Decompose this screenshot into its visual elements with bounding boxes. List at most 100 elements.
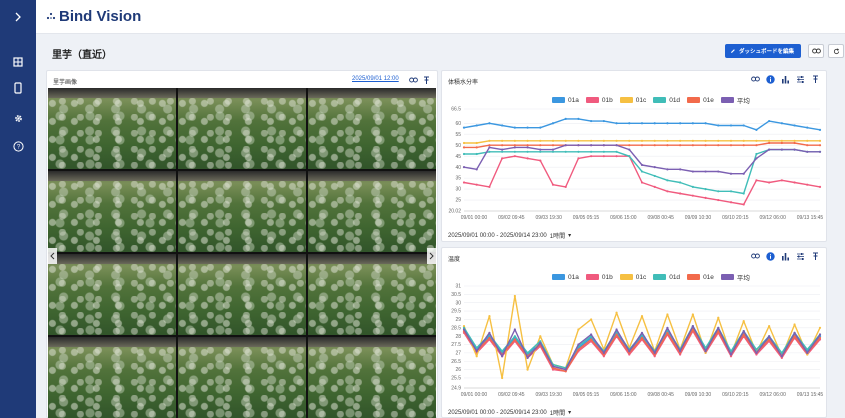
- data-point[interactable]: [590, 150, 593, 153]
- data-point[interactable]: [462, 328, 466, 331]
- data-point[interactable]: [640, 331, 644, 334]
- data-point[interactable]: [768, 181, 771, 184]
- data-point[interactable]: [729, 353, 733, 356]
- data-point[interactable]: [564, 150, 567, 153]
- data-point[interactable]: [640, 122, 644, 125]
- data-point[interactable]: [590, 139, 593, 142]
- data-point[interactable]: [818, 139, 822, 142]
- data-point[interactable]: [488, 331, 491, 334]
- data-point[interactable]: [551, 139, 555, 142]
- data-point[interactable]: [475, 146, 478, 149]
- data-point[interactable]: [691, 139, 694, 142]
- data-point[interactable]: [551, 365, 555, 368]
- data-point[interactable]: [501, 150, 504, 153]
- data-point[interactable]: [818, 336, 822, 339]
- data-point[interactable]: [488, 146, 491, 149]
- data-point[interactable]: [679, 144, 682, 147]
- image-timestamp-link[interactable]: 2025/09/01 12:00: [352, 76, 399, 82]
- data-point[interactable]: [768, 335, 771, 338]
- data-point[interactable]: [691, 122, 694, 125]
- data-point[interactable]: [666, 122, 669, 125]
- data-point[interactable]: [742, 320, 745, 323]
- data-point[interactable]: [793, 331, 796, 334]
- data-point[interactable]: [577, 328, 580, 331]
- data-point[interactable]: [513, 294, 516, 298]
- data-point[interactable]: [691, 313, 694, 316]
- data-point[interactable]: [806, 348, 809, 351]
- data-point[interactable]: [513, 335, 516, 338]
- data-point[interactable]: [564, 139, 567, 142]
- data-point[interactable]: [768, 119, 771, 123]
- data-point[interactable]: [679, 139, 682, 142]
- data-point[interactable]: [526, 356, 529, 360]
- refresh-button[interactable]: [828, 44, 844, 58]
- crop-photo[interactable]: [48, 254, 176, 335]
- data-point[interactable]: [640, 336, 644, 339]
- crop-photo[interactable]: [178, 171, 306, 252]
- data-point[interactable]: [780, 179, 783, 182]
- data-point[interactable]: [564, 185, 567, 189]
- data-point[interactable]: [615, 155, 618, 158]
- data-point[interactable]: [526, 144, 529, 147]
- data-point[interactable]: [501, 139, 504, 142]
- data-point[interactable]: [488, 139, 491, 142]
- data-point[interactable]: [526, 139, 529, 142]
- data-point[interactable]: [717, 139, 720, 142]
- chart-link-button[interactable]: [750, 251, 760, 261]
- sidebar-item-dashboard[interactable]: [0, 52, 36, 72]
- data-point[interactable]: [717, 198, 720, 202]
- temperature-range-selector[interactable]: 2025/09/01 00:00 - 2025/09/14 23:00 1時間 …: [448, 408, 571, 418]
- data-point[interactable]: [806, 150, 809, 153]
- data-point[interactable]: [526, 351, 529, 354]
- data-point[interactable]: [526, 368, 529, 371]
- data-point[interactable]: [488, 150, 491, 153]
- data-point[interactable]: [653, 185, 656, 189]
- data-point[interactable]: [628, 155, 631, 158]
- brand-logo[interactable]: Bind Vision: [46, 8, 141, 25]
- chart-filter-button[interactable]: [795, 74, 805, 84]
- data-point[interactable]: [755, 144, 758, 147]
- data-point[interactable]: [666, 313, 669, 316]
- data-point[interactable]: [628, 122, 631, 125]
- data-point[interactable]: [475, 124, 478, 127]
- data-point[interactable]: [729, 172, 733, 175]
- data-point[interactable]: [462, 181, 466, 184]
- data-point[interactable]: [501, 157, 504, 160]
- data-point[interactable]: [666, 190, 669, 193]
- data-point[interactable]: [691, 144, 694, 147]
- data-point[interactable]: [539, 139, 542, 142]
- data-point[interactable]: [475, 152, 478, 156]
- data-point[interactable]: [475, 141, 478, 145]
- series-line[interactable]: [463, 155, 821, 206]
- data-point[interactable]: [653, 144, 656, 147]
- data-point[interactable]: [780, 148, 783, 151]
- data-point[interactable]: [806, 183, 809, 186]
- data-point[interactable]: [704, 196, 707, 199]
- data-point[interactable]: [539, 126, 542, 129]
- data-point[interactable]: [793, 181, 796, 184]
- chart-pin-button[interactable]: [810, 251, 820, 261]
- data-point[interactable]: [653, 351, 656, 354]
- chart-type-button[interactable]: [780, 251, 790, 261]
- data-point[interactable]: [653, 122, 656, 125]
- data-point[interactable]: [704, 350, 707, 353]
- data-point[interactable]: [679, 181, 682, 184]
- data-point[interactable]: [501, 124, 504, 127]
- data-point[interactable]: [679, 168, 682, 171]
- data-point[interactable]: [615, 139, 618, 142]
- data-point[interactable]: [729, 124, 733, 127]
- crop-photo[interactable]: [48, 88, 176, 169]
- data-point[interactable]: [768, 325, 771, 328]
- data-point[interactable]: [806, 144, 809, 147]
- data-point[interactable]: [818, 128, 822, 131]
- data-point[interactable]: [666, 168, 669, 171]
- data-point[interactable]: [564, 368, 567, 371]
- sidebar-toggle-button[interactable]: [0, 0, 36, 34]
- data-point[interactable]: [729, 190, 733, 193]
- edit-dashboard-button[interactable]: ダッシュボードを編集: [725, 44, 801, 58]
- data-point[interactable]: [666, 139, 669, 142]
- photo-prev-button[interactable]: [48, 248, 57, 264]
- sidebar-item-device[interactable]: [0, 78, 36, 98]
- sidebar-item-settings[interactable]: [0, 108, 36, 128]
- data-point[interactable]: [704, 187, 707, 191]
